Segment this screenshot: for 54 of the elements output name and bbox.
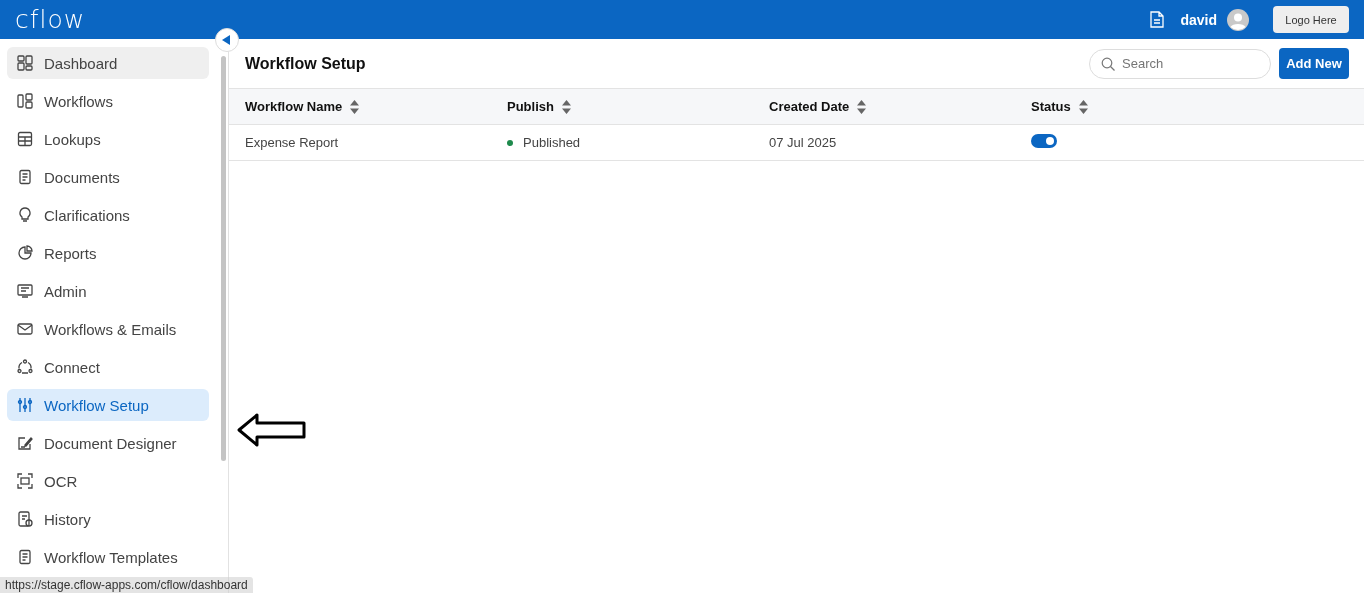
sidebar-item[interactable]: Workflow Templates — [7, 541, 209, 573]
pie-chart-icon — [17, 245, 33, 261]
dashboard-icon — [17, 55, 33, 71]
sort-icon[interactable] — [350, 99, 360, 114]
sidebar-item[interactable]: History — [7, 503, 209, 535]
workflow-icon — [17, 93, 33, 109]
column-header[interactable]: Created Date — [769, 99, 850, 114]
caret-icon — [222, 35, 230, 45]
sort-icon[interactable] — [1078, 99, 1088, 114]
search-icon — [1101, 56, 1115, 71]
table-cell-text: Expense Report — [245, 135, 340, 150]
status-url: https://stage.cflow-apps.com/cflow/dashboard — [0, 577, 253, 593]
scrollbar-thumb[interactable] — [221, 56, 226, 461]
sidebar-item[interactable]: Connect — [7, 351, 209, 383]
add-new-button[interactable]: Add New — [1279, 48, 1349, 79]
template-icon — [17, 549, 33, 565]
edit-icon — [17, 435, 33, 451]
collapse-button[interactable] — [215, 28, 239, 52]
table-icon — [17, 131, 33, 147]
admin-icon — [17, 283, 33, 299]
sidebar-item[interactable]: Dashboard — [7, 47, 209, 79]
search-field[interactable]: Search — [1089, 48, 1271, 79]
sort-icon[interactable] — [857, 99, 867, 114]
column-header[interactable]: Publish — [507, 99, 554, 114]
page-title: Workflow Setup — [245, 54, 366, 73]
sidebar-item[interactable]: Clarifications — [7, 199, 209, 231]
document-icon — [17, 169, 33, 185]
sidebar-item[interactable]: Workflows & Emails — [7, 313, 209, 345]
column-header[interactable]: Workflow Name — [245, 99, 343, 114]
mail-icon — [17, 321, 33, 337]
sidebar-item[interactable]: Lookups — [7, 123, 209, 155]
table-cell-text: 07 Jul 2025 — [769, 135, 838, 150]
scan-icon — [17, 473, 33, 489]
arrow-annotation — [237, 412, 309, 448]
sidebar-item[interactable]: Document Designer — [7, 427, 209, 459]
avatar-icon[interactable] — [1227, 8, 1249, 31]
user-name[interactable]: david — [1180, 11, 1217, 28]
sidebar-item[interactable]: Admin — [7, 275, 209, 307]
sidebar-item[interactable]: Reports — [7, 237, 209, 269]
logo-button[interactable]: Logo Here — [1273, 6, 1349, 33]
sidebar-item[interactable]: Workflows — [7, 85, 209, 117]
column-header[interactable]: Status — [1031, 99, 1071, 114]
logo[interactable]: cflow — [15, 5, 86, 34]
sort-icon[interactable] — [561, 99, 571, 114]
bulb-icon — [17, 207, 33, 223]
document-icon[interactable] — [1150, 11, 1165, 28]
sidebar-item[interactable]: OCR — [7, 465, 209, 497]
history-icon — [17, 511, 33, 527]
status-toggle[interactable] — [1031, 134, 1057, 148]
sidebar-item[interactable]: Documents — [7, 161, 209, 193]
connect-icon — [17, 359, 33, 375]
sidebar-item[interactable]: Workflow Setup — [7, 389, 209, 421]
sliders-icon — [17, 397, 33, 413]
table-cell: Published — [523, 135, 581, 150]
